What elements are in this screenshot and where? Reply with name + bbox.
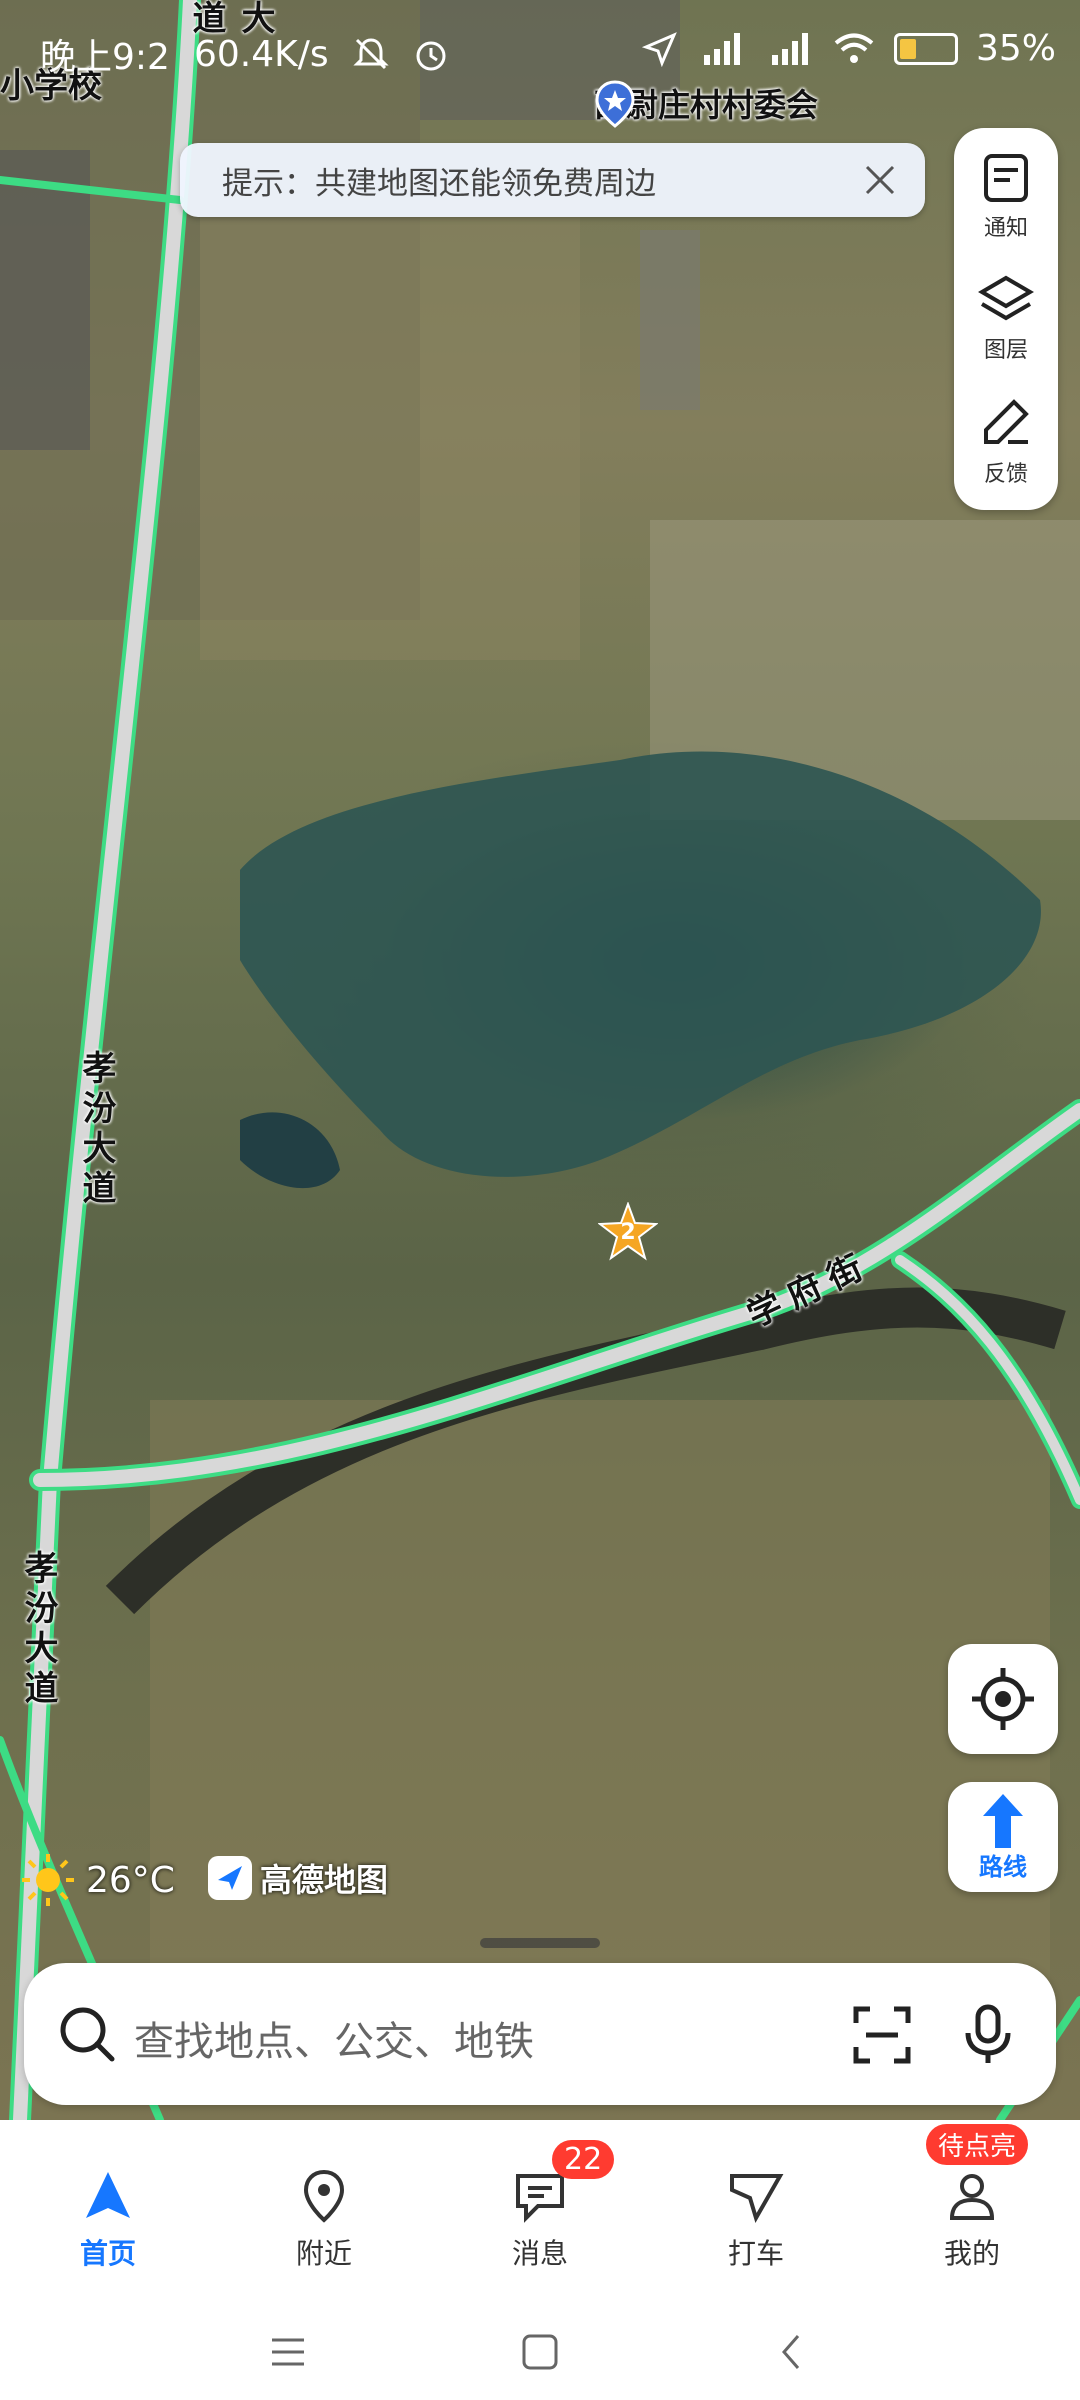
back-icon[interactable]	[772, 2332, 812, 2372]
message-count-badge: 22	[552, 2140, 615, 2179]
status-bar: 晚上9:2 60.4K/s 35%	[0, 0, 1080, 100]
signal-hd-2-icon	[771, 32, 808, 65]
temperature: 26°C	[86, 1859, 175, 1901]
road-label-xiaofen-lower: 孝汾大道	[18, 1550, 58, 1710]
mute-bell-icon	[352, 38, 389, 70]
tip-banner[interactable]: 提示：共建地图还能领免费周边	[180, 143, 925, 217]
bottom-nav: 首页 附近 消息 22 打车 我的 待点亮	[0, 2124, 1080, 2294]
nav-home-label: 首页	[79, 2237, 136, 2270]
road-label-xiaofen-upper: 孝汾大道	[76, 1050, 116, 1210]
profile-icon	[949, 2174, 995, 2220]
scan-icon[interactable]	[850, 2003, 914, 2067]
home-arrow-icon	[86, 2172, 130, 2218]
message-icon	[516, 2174, 564, 2223]
wifi-icon	[834, 33, 874, 63]
nav-taxi[interactable]: 打车	[648, 2134, 864, 2294]
amap-logo: 高德地图	[208, 1855, 388, 1901]
weather-widget[interactable]: 26°C	[20, 1852, 175, 1908]
nav-messages[interactable]: 消息 22	[432, 2134, 648, 2294]
locate-target-icon	[972, 1668, 1034, 1730]
network-speed: 60.4K/s	[193, 33, 329, 75]
search-input[interactable]: 查找地点、公交、地铁	[134, 2009, 534, 2067]
notice-icon	[984, 154, 1028, 202]
nav-profile-label: 我的	[943, 2237, 1000, 2270]
route-arrow-icon	[983, 1794, 1023, 1848]
alarm-icon	[416, 41, 446, 71]
nav-messages-label: 消息	[511, 2237, 568, 2270]
locate-button[interactable]	[948, 1644, 1058, 1754]
map-graphics	[0, 0, 1080, 2120]
feedback-label: 反馈	[983, 462, 1028, 487]
profile-badge: 待点亮	[926, 2124, 1029, 2165]
drag-handle[interactable]	[480, 1938, 600, 1948]
nav-nearby[interactable]: 附近	[216, 2134, 432, 2294]
layers-icon	[978, 275, 1034, 321]
map-toolbar: 通知 图层 反馈	[954, 128, 1058, 510]
layers-button[interactable]: 图层	[954, 258, 1058, 376]
amap-logo-icon	[208, 1856, 252, 1900]
notice-label: 通知	[983, 216, 1028, 241]
nav-nearby-label: 附近	[295, 2237, 352, 2270]
signal-hd-icon	[703, 32, 740, 65]
microphone-icon[interactable]	[956, 2003, 1020, 2067]
map-marker-star[interactable]: 2	[598, 1202, 658, 1262]
amap-logo-text: 高德地图	[260, 1861, 389, 1899]
feedback-icon	[984, 399, 1029, 444]
close-icon[interactable]	[857, 157, 903, 203]
battery-percent: 35%	[975, 28, 1056, 69]
location-pin-icon	[303, 2169, 345, 2223]
layers-label: 图层	[983, 338, 1028, 363]
sun-icon	[22, 1854, 74, 1906]
bottom-panel: 首页 附近 消息 22 打车 我的 待点亮	[0, 2120, 1080, 2400]
route-label: 路线	[979, 1853, 1027, 1881]
home-square-icon[interactable]	[520, 2332, 560, 2372]
nav-profile[interactable]: 我的 待点亮	[864, 2124, 1080, 2294]
notice-button[interactable]: 通知	[954, 136, 1058, 254]
status-time: 晚上9:2	[40, 37, 170, 78]
feedback-button[interactable]: 反馈	[954, 382, 1058, 500]
battery-icon	[893, 32, 958, 65]
taxi-icon	[730, 2174, 784, 2224]
nav-home[interactable]: 首页	[0, 2134, 216, 2294]
search-bar[interactable]: 查找地点、公交、地铁	[24, 1963, 1056, 2105]
route-button[interactable]: 路线	[948, 1782, 1058, 1892]
search-icon	[60, 2007, 115, 2062]
tip-banner-text: 提示：共建地图还能领免费周边	[222, 165, 656, 202]
nav-taxi-label: 打车	[727, 2237, 784, 2270]
menu-icon[interactable]	[268, 2332, 308, 2372]
location-arrow-icon	[641, 31, 677, 67]
satellite-map[interactable]: 小学校 大道 西尉庄村村委会 孝汾大道 孝汾大道 学府街 2	[0, 0, 1080, 2120]
marker-number: 2	[620, 1220, 636, 1245]
system-nav-bar	[0, 2310, 1080, 2400]
